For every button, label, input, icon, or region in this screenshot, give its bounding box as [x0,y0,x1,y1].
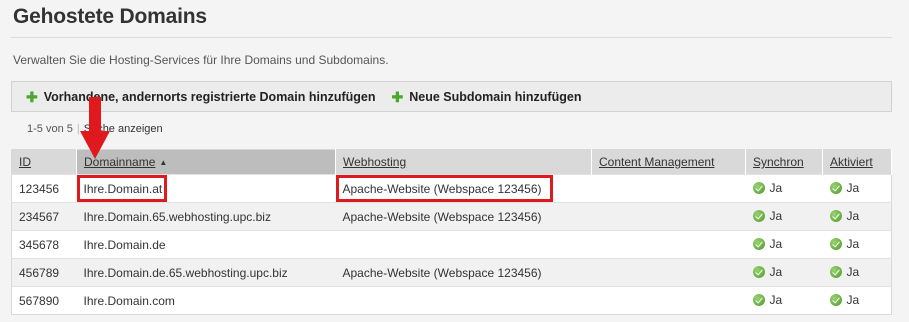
cell-id-text: 234567 [19,209,60,224]
cell-synchron: Ja [745,230,823,259]
cell-id-text: 345678 [19,237,60,252]
table-row[interactable]: 345678 Ihre.Domain.de Ja Ja [11,230,892,259]
cell-webhosting-text: Apache-Website (Webspace 123456) [342,181,542,196]
cell-aktiviert: Ja [822,286,892,315]
cell-aktiviert: Ja [822,258,892,287]
annotation-arrow-icon [80,97,110,159]
table-header-row: ID Domainname ▲ Webhosting Content Manage… [11,149,892,175]
cell-domainname-text: Ihre.Domain.de.65.webhosting.upc.biz [83,265,288,280]
cell-webhosting-text: Apache-Website (Webspace 123456) [342,209,542,224]
cell-webhosting [335,286,592,315]
add-subdomain-button[interactable]: ✚ Neue Subdomain hinzufügen [392,90,582,104]
cell-domainname: Ihre.Domain.at [76,174,336,203]
cell-aktiviert: Ja [822,174,892,203]
table-row[interactable]: 123456 Ihre.Domain.at Apache-Website (Webs… [11,174,892,203]
cell-domainname-text: Ihre.Domain.65.webhosting.upc.biz [83,209,271,224]
title-divider [10,37,892,38]
check-circle-icon [829,209,842,222]
status-label: Ja [846,208,860,223]
cell-webhosting: Apache-Website (Webspace 123456) [335,258,592,287]
check-circle-icon [829,237,842,250]
cell-domainname: Ihre.Domain.65.webhosting.upc.biz [76,202,336,231]
status-indicator: Ja [829,264,860,279]
status-label: Ja [846,264,860,279]
check-circle-icon [752,293,765,306]
status-label: Ja [769,236,783,251]
status-indicator: Ja [752,208,783,223]
cell-aktiviert: Ja [822,230,892,259]
cell-domainname: Ihre.Domain.com [76,286,336,315]
cell-synchron: Ja [745,258,823,287]
cell-synchron: Ja [745,174,823,203]
page-description: Verwalten Sie die Hosting-Services für I… [13,53,389,67]
cell-content-management [591,230,746,259]
cell-synchron: Ja [745,286,823,315]
toolbar: ✚ Vorhandene, andernorts registrierte Do… [11,81,892,112]
cell-domainname-text: Ihre.Domain.at [83,181,163,196]
check-circle-icon [752,209,765,222]
check-circle-icon [829,265,842,278]
cell-webhosting: Apache-Website (Webspace 123456) [335,202,592,231]
cell-id-text: 123456 [19,181,60,196]
cell-content-management [591,174,746,203]
add-subdomain-label: Neue Subdomain hinzufügen [409,89,582,104]
cell-content-management [591,258,746,287]
status-label: Ja [769,180,783,195]
cell-synchron: Ja [745,202,823,231]
table-row[interactable]: 234567 Ihre.Domain.65.webhosting.upc.biz A… [11,202,892,231]
cell-webhosting [335,230,592,259]
status-label: Ja [846,292,860,307]
table-row[interactable]: 567890 Ihre.Domain.com Ja Ja [11,286,892,315]
cell-id: 567890 [11,286,77,315]
check-circle-icon [752,237,765,250]
table-row[interactable]: 456789 Ihre.Domain.de.65.webhosting.upc.b… [11,258,892,287]
status-label: Ja [769,208,783,223]
cell-webhosting: Apache-Website (Webspace 123456) [335,174,592,203]
check-circle-icon [752,181,765,194]
status-label: Ja [769,264,783,279]
column-header-content-management[interactable]: Content Management [591,149,746,175]
column-header-webhosting[interactable]: Webhosting [335,149,592,175]
status-indicator: Ja [829,180,860,195]
cell-id: 345678 [11,230,77,259]
cell-content-management [591,286,746,315]
cell-domainname: Ihre.Domain.de.65.webhosting.upc.biz [76,258,336,287]
cell-id-text: 456789 [19,265,60,280]
status-indicator: Ja [752,264,783,279]
check-circle-icon [752,265,765,278]
status-indicator: Ja [752,236,783,251]
status-indicator: Ja [829,292,860,307]
domains-table: ID Domainname ▲ Webhosting Content Manage… [11,149,892,315]
column-header-domainname[interactable]: Domainname ▲ [76,149,336,175]
column-header-id[interactable]: ID [11,149,77,175]
cell-domainname-text: Ihre.Domain.de [83,237,166,252]
column-header-synchron[interactable]: Synchron [745,149,823,175]
status-label: Ja [846,180,860,195]
plus-icon: ✚ [391,88,404,105]
status-indicator: Ja [752,180,783,195]
cell-id: 123456 [11,174,77,203]
cell-domainname: Ihre.Domain.de [76,230,336,259]
page-title: Gehostete Domains [13,5,207,28]
cell-content-management [591,202,746,231]
add-external-domain-button[interactable]: ✚ Vorhandene, andernorts registrierte Do… [26,90,376,104]
status-label: Ja [769,292,783,307]
cell-webhosting-text: Apache-Website (Webspace 123456) [342,265,542,280]
cell-id: 456789 [11,258,77,287]
sort-ascending-icon: ▲ [159,158,168,167]
status-indicator: Ja [829,208,860,223]
status-indicator: Ja [752,292,783,307]
cell-id: 234567 [11,202,77,231]
status-indicator: Ja [829,236,860,251]
check-circle-icon [829,293,842,306]
pager-range: 1-5 von 5 [27,123,73,135]
cell-aktiviert: Ja [822,202,892,231]
plus-icon: ✚ [26,88,38,105]
check-circle-icon [829,181,842,194]
cell-domainname-text: Ihre.Domain.com [83,293,175,308]
cell-id-text: 567890 [19,293,60,308]
column-header-aktiviert[interactable]: Aktiviert [822,149,892,175]
status-label: Ja [846,236,860,251]
